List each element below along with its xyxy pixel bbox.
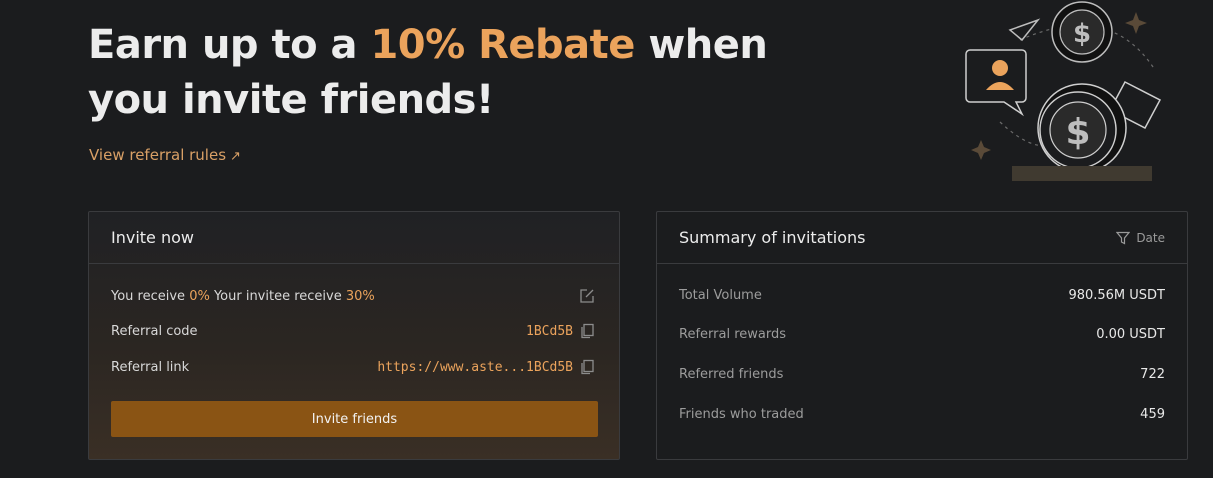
summary-row: Referral rewards 0.00 USDT [679,327,1165,342]
svg-text:$: $ [1073,19,1091,49]
filter-icon [1116,231,1131,244]
dollar-coin-large-icon: $ [1037,83,1127,173]
rebate-split-row: You receive 0% Your invitee receive 30% [111,288,595,304]
date-filter-button[interactable]: Date [1116,231,1165,245]
summary-card-header: Summary of invitations Date [657,212,1187,264]
invite-friends-button[interactable]: Invite friends [111,401,598,437]
edit-icon[interactable] [579,288,595,304]
referral-illustration: $ $ [965,1,1162,181]
page-title: Earn up to a 10% Rebate when you invite … [88,18,768,128]
view-referral-rules-link[interactable]: View referral rules ↗ [89,146,241,164]
referral-code-label: Referral code [111,323,198,339]
platform-bar [1012,166,1152,181]
referral-link-row: Referral link https://www.aste...1BCd5B [111,359,595,375]
external-arrow-icon: ↗ [230,149,241,164]
receive-value: 0% [189,288,210,304]
title-accent: 10% Rebate [370,22,635,68]
summary-value: 459 [1140,407,1165,422]
summary-label: Friends who traded [679,407,804,422]
referral-code-value: 1BCd5B [526,323,573,339]
summary-row: Total Volume 980.56M USDT [679,288,1165,303]
invitee-label: Your invitee receive [209,288,346,304]
rebate-split-text: You receive 0% Your invitee receive 30% [111,289,375,304]
summary-value: 0.00 USDT [1096,327,1165,342]
summary-card: Summary of invitations Date Total Volume… [656,211,1188,460]
referral-code-value-wrap: 1BCd5B [526,323,595,339]
summary-value: 980.56M USDT [1068,288,1165,303]
summary-label: Referred friends [679,367,784,382]
invite-card-title: Invite now [111,228,194,247]
invitee-value: 30% [345,288,375,304]
referral-code-row: Referral code 1BCd5B [111,323,595,339]
referral-link-value: https://www.aste...1BCd5B [377,359,573,375]
receive-label: You receive [111,288,190,304]
svg-text:$: $ [1065,112,1090,153]
summary-label: Total Volume [679,288,762,303]
title-text-1: Earn up to a [88,22,371,68]
date-filter-label: Date [1136,230,1165,245]
summary-value: 722 [1140,367,1165,382]
summary-card-title: Summary of invitations [679,228,866,247]
rules-link-label: View referral rules [89,146,227,164]
dollar-coin-small-icon: $ [1051,1,1113,63]
paper-plane-icon [1008,18,1041,42]
summary-label: Referral rewards [679,327,786,342]
referral-link-value-wrap: https://www.aste...1BCd5B [377,359,595,375]
summary-row: Referred friends 722 [679,367,1165,382]
invite-card-header: Invite now [89,212,619,264]
summary-row: Friends who traded 459 [679,407,1165,422]
referral-link-label: Referral link [111,359,190,375]
copy-code-icon[interactable] [579,323,595,339]
user-chat-icon [965,49,1027,117]
copy-link-icon[interactable] [579,359,595,375]
invite-now-card: Invite now You receive 0% Your invitee r… [88,211,620,460]
